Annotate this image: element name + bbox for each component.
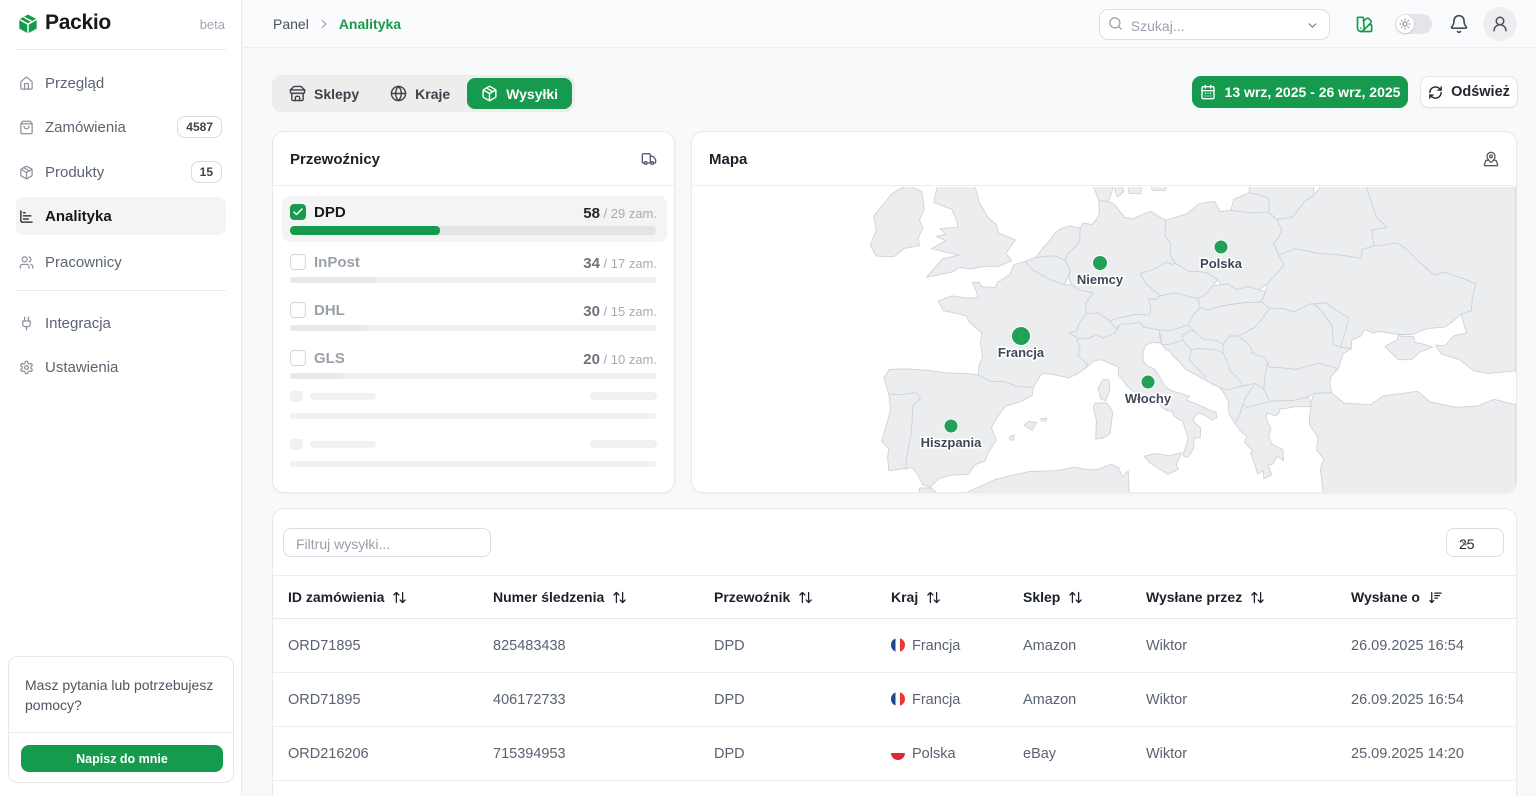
svg-text:Polska: Polska bbox=[1200, 256, 1243, 271]
svg-text:Hiszpania: Hiszpania bbox=[921, 435, 982, 450]
svg-text:Niemcy: Niemcy bbox=[1077, 272, 1124, 287]
svg-text:Włochy: Włochy bbox=[1125, 391, 1172, 406]
svg-text:Francja: Francja bbox=[998, 345, 1045, 360]
